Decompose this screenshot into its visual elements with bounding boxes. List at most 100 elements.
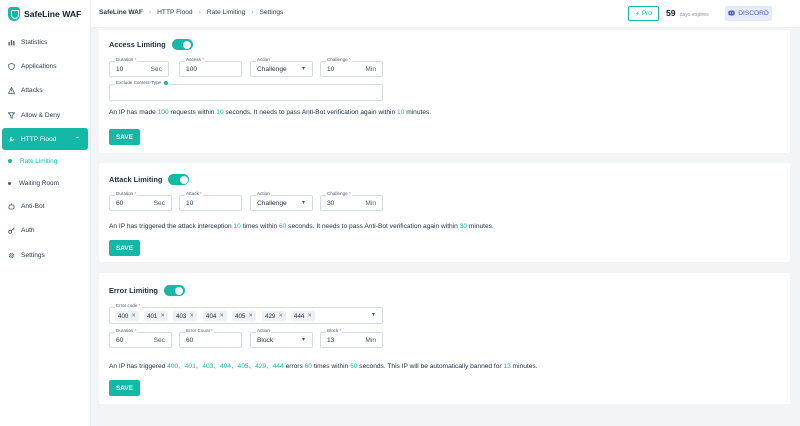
action-select[interactable]: Action Block ▾ [250, 328, 313, 348]
discord-button[interactable]: DISCORD [725, 6, 772, 21]
duration-field[interactable]: Duration * 60 Sec [109, 328, 172, 348]
sidebar-item-http-flood[interactable]: HTTP Flood ⌃ [2, 128, 88, 150]
card-title: Attack Limiting [109, 175, 163, 184]
alert-icon [8, 86, 15, 94]
error-code-tag[interactable]: 404 ✕ [203, 311, 227, 321]
close-icon: ✕ [219, 313, 224, 319]
days-label: days expires [679, 12, 709, 18]
pro-label: Pro [641, 10, 652, 17]
chevron-right-icon: › [251, 9, 254, 16]
sidebar-item-auth[interactable]: Auth [2, 219, 88, 241]
attack-limiting-toggle[interactable] [168, 174, 190, 185]
sidebar-subitem-label: Waiting Room [19, 179, 59, 187]
error-limiting-card: Error Limiting Error code * 400 ✕ 401 ✕ 40… [99, 273, 790, 404]
sidebar-subitem-label: Rate Limiting [20, 157, 58, 165]
bolt-icon: ⚡︎ [635, 10, 640, 18]
error-count-field[interactable]: Error Count * 60 [179, 328, 242, 348]
bullet-icon [8, 159, 12, 163]
gear-icon [8, 252, 15, 259]
access-field[interactable]: Access * 100 [179, 57, 242, 77]
caret-down-icon: ▾ [301, 66, 305, 72]
action-value: Challenge [257, 200, 287, 207]
challenge-unit: Min [365, 200, 376, 207]
error-code-tag[interactable]: 400 ✕ [115, 311, 139, 321]
error-limiting-toggle[interactable] [163, 285, 185, 296]
field-label: Action [256, 328, 271, 334]
duration-field[interactable]: Duration * 60 Sec [109, 191, 172, 211]
sidebar-item-anti-bot[interactable]: Anti-Bot [2, 195, 88, 217]
safeline-logo-icon [8, 7, 20, 21]
sidebar-item-label: Attacks [21, 86, 43, 94]
field-label: Action [256, 191, 271, 197]
challenge-field[interactable]: Challenge * 30 Min [320, 191, 383, 211]
field-label: Duration * [115, 328, 138, 334]
save-button[interactable]: SAVE [109, 129, 140, 145]
sidebar: SafeLine WAF Statistics Applications Att… [0, 0, 91, 426]
field-label: Attack * [185, 191, 203, 197]
field-label: Challenge * [326, 191, 352, 197]
error-limiting-description: An IP has triggered 400、401、403、404、405、… [109, 363, 538, 370]
card-header: Error Limiting [109, 285, 185, 296]
save-button[interactable]: SAVE [109, 240, 140, 256]
sidebar-item-applications[interactable]: Applications [2, 55, 88, 77]
error-code-tag[interactable]: 403 ✕ [173, 311, 197, 321]
action-select[interactable]: Action Challenge ▾ [250, 191, 313, 211]
app-logo[interactable]: SafeLine WAF [8, 6, 81, 22]
sidebar-item-label: Auth [21, 226, 35, 234]
sidebar-item-statistics[interactable]: Statistics [2, 31, 88, 53]
sidebar-item-label: Settings [21, 251, 45, 259]
challenge-unit: Min [365, 66, 376, 73]
sidebar-item-settings[interactable]: Settings [2, 244, 88, 266]
sidebar-subitem-waiting-room[interactable]: Waiting Room [8, 175, 59, 191]
access-limiting-toggle[interactable] [171, 39, 193, 50]
error-code-tag[interactable]: 444 ✕ [291, 311, 315, 321]
challenge-field[interactable]: Challenge * 10 Min [320, 57, 383, 77]
field-label: Access * [185, 57, 205, 63]
error-code-tag[interactable]: 401 ✕ [144, 311, 168, 321]
key-icon [8, 226, 15, 234]
field-label: Error code * [115, 303, 142, 309]
attack-field[interactable]: Attack * 10 [179, 191, 242, 211]
action-select[interactable]: Action Challenge ▾ [250, 57, 313, 77]
close-icon: ✕ [307, 313, 312, 319]
breadcrumb-item: Settings [259, 9, 284, 16]
sidebar-item-label: Anti-Bot [21, 202, 45, 210]
duration-field[interactable]: Duration * 10 Sec [109, 57, 169, 77]
field-label: Exclude Content-Type [115, 80, 170, 86]
sidebar-item-attacks[interactable]: Attacks [2, 79, 88, 101]
field-label: Challenge * [326, 57, 352, 63]
breadcrumb-item[interactable]: SafeLine WAF [99, 9, 143, 16]
duration-value: 60 [116, 200, 124, 207]
field-label: Error Count * [185, 328, 214, 334]
duration-unit: Sec [153, 200, 165, 207]
save-button[interactable]: SAVE [109, 380, 140, 396]
access-value: 100 [186, 66, 198, 73]
error-code-tag[interactable]: 405 ✕ [232, 311, 256, 321]
error-count-value: 60 [186, 337, 194, 344]
exclude-content-type-field[interactable]: Exclude Content-Type [109, 80, 383, 101]
days-remaining: 59 [666, 8, 676, 18]
field-label: Duration * [115, 57, 138, 63]
error-code-select[interactable]: Error code * 400 ✕ 401 ✕ 403 ✕ 404 ✕ 405 ✕ 42… [109, 303, 383, 324]
pro-button[interactable]: ⚡︎ Pro [628, 6, 659, 21]
attack-limiting-card: Attack Limiting Duration * 60 Sec Attack… [99, 163, 790, 262]
sidebar-subitem-rate-limiting[interactable]: Rate Limiting [8, 153, 57, 169]
bot-icon [8, 203, 15, 210]
caret-down-icon: ▾ [301, 337, 305, 343]
block-field[interactable]: Block * 13 Min [320, 328, 383, 348]
chevron-right-icon: › [148, 9, 152, 16]
breadcrumb-item[interactable]: HTTP Flood [157, 9, 192, 16]
sidebar-item-allow-deny[interactable]: Allow & Deny [2, 104, 88, 126]
error-code-tag[interactable]: 429 ✕ [262, 311, 286, 321]
challenge-value: 30 [327, 200, 335, 207]
shield-icon [8, 62, 15, 70]
discord-label: DISCORD [738, 10, 769, 17]
info-icon [164, 80, 169, 85]
card-title: Error Limiting [109, 286, 158, 295]
card-title: Access Limiting [109, 40, 166, 49]
action-value: Block [257, 337, 274, 344]
block-value: 13 [327, 337, 335, 344]
sidebar-item-label: Allow & Deny [21, 111, 61, 119]
breadcrumb-item[interactable]: Rate Limiting [207, 9, 245, 16]
attack-limiting-description: An IP has triggered the attack intercept… [109, 223, 494, 230]
